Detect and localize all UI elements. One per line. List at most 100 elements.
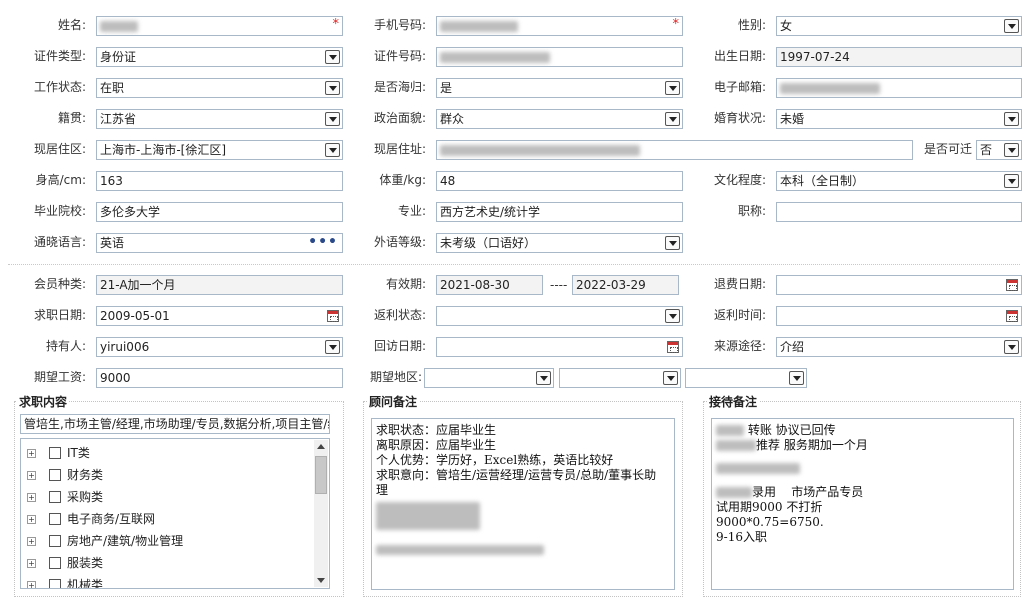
weight-label: 体重/kg: [379, 173, 426, 187]
scroll-up-icon[interactable] [317, 444, 325, 449]
tree-item[interactable]: + 服装类 [21, 552, 313, 574]
tree-scrollbar[interactable] [314, 440, 328, 587]
expand-icon[interactable]: + [27, 559, 36, 568]
source-select[interactable]: 介绍 [776, 337, 1022, 357]
id-number-input[interactable] [436, 47, 683, 67]
chevron-down-icon[interactable] [325, 112, 340, 126]
valid-period-separator: ---- [550, 278, 568, 292]
gender-select[interactable]: 女 [776, 16, 1022, 36]
note-line: 理 [376, 483, 389, 497]
marital-status-select[interactable]: 未婚 [776, 109, 1022, 129]
chevron-down-icon[interactable] [1004, 174, 1019, 188]
political-status-select[interactable]: 群众 [436, 109, 683, 129]
height-input[interactable]: 163 [96, 171, 343, 191]
checkbox[interactable] [49, 490, 61, 503]
birth-date-label: 出生日期: [713, 49, 766, 63]
scroll-down-icon[interactable] [317, 578, 325, 583]
calendar-icon[interactable] [667, 341, 679, 353]
relocatable-select[interactable]: 否 [976, 140, 1022, 160]
checkbox[interactable] [49, 534, 61, 547]
email-input[interactable] [776, 78, 1022, 98]
returnee-select[interactable]: 是 [436, 78, 683, 98]
chevron-down-icon[interactable] [665, 112, 680, 126]
rebate-status-select[interactable] [436, 306, 683, 326]
refund-date-input[interactable] [776, 275, 1022, 295]
revisit-date-input[interactable] [436, 337, 683, 357]
school-input[interactable]: 多伦多大学 [96, 202, 343, 222]
expand-icon[interactable]: + [27, 537, 36, 546]
id-type-label: 证件类型: [33, 49, 86, 63]
chevron-down-icon[interactable] [789, 371, 804, 385]
redacted-line [716, 453, 1009, 483]
expected-salary-input[interactable]: 9000 [96, 368, 343, 388]
tree-item[interactable]: + 采购类 [21, 486, 313, 508]
chevron-down-icon[interactable] [325, 81, 340, 95]
name-input[interactable]: * [96, 16, 343, 36]
tree-item[interactable]: + IT类 [21, 442, 313, 464]
checkbox[interactable] [49, 468, 61, 481]
expected-region-select-2[interactable] [559, 368, 681, 388]
languages-picker[interactable]: 英语 ••• [96, 233, 343, 253]
scrollbar-thumb[interactable] [315, 456, 327, 494]
reception-notes-textarea[interactable]: 转账 协议已回传 推荐 服务期加一个月 录用 市场产品专员 试用期9000 不打… [711, 418, 1014, 590]
refund-date-label: 退费日期: [713, 277, 766, 291]
chevron-down-icon[interactable] [1004, 112, 1019, 126]
rebate-time-input[interactable] [776, 306, 1022, 326]
checkbox[interactable] [49, 578, 61, 588]
expand-icon[interactable]: + [27, 449, 36, 458]
height-label: 身高/cm: [35, 173, 86, 187]
calendar-icon[interactable] [327, 310, 339, 322]
job-content-summary[interactable]: 管培生,市场主管/经理,市场助理/专员,数据分析,项目主管/经 [20, 414, 330, 434]
job-seek-date-input[interactable]: 2009-05-01 [96, 306, 343, 326]
consultant-notes-textarea[interactable]: 求职状态：应届毕业生 离职原因：应届毕业生 个人优势：学历好，Excel熟练，英… [371, 418, 675, 590]
expand-icon[interactable]: + [27, 581, 36, 588]
residence-address-input[interactable] [436, 140, 913, 160]
expand-icon[interactable]: + [27, 515, 36, 524]
holder-select[interactable]: yirui006 [96, 337, 343, 357]
tree-item[interactable]: + 财务类 [21, 464, 313, 486]
chevron-down-icon[interactable] [663, 371, 678, 385]
tree-item[interactable]: + 房地产/建筑/物业管理 [21, 530, 313, 552]
gender-label: 性别: [737, 18, 766, 32]
chevron-down-icon[interactable] [665, 309, 680, 323]
chevron-down-icon[interactable] [665, 81, 680, 95]
section-divider [8, 264, 1020, 265]
work-status-select[interactable]: 在职 [96, 78, 343, 98]
checkbox[interactable] [49, 556, 61, 569]
chevron-down-icon[interactable] [325, 50, 340, 64]
tree-item[interactable]: + 电子商务/互联网 [21, 508, 313, 530]
title-input[interactable] [776, 202, 1022, 222]
chevron-down-icon[interactable] [536, 371, 551, 385]
tree-item[interactable]: + 机械类 [21, 574, 313, 588]
native-place-select[interactable]: 江苏省 [96, 109, 343, 129]
id-type-select[interactable]: 身份证 [96, 47, 343, 67]
checkbox[interactable] [49, 446, 61, 459]
expected-region-select-1[interactable] [424, 368, 554, 388]
expand-icon[interactable]: + [27, 471, 36, 480]
calendar-icon[interactable] [1006, 279, 1018, 291]
chevron-down-icon[interactable] [325, 143, 340, 157]
residence-area-select[interactable]: 上海市-上海市-[徐汇区] [96, 140, 343, 160]
phone-label: 手机号码: [373, 18, 426, 32]
checkbox[interactable] [49, 512, 61, 525]
chevron-down-icon[interactable] [325, 340, 340, 354]
expected-region-select-3[interactable] [685, 368, 807, 388]
major-input[interactable]: 西方艺术史/统计学 [436, 202, 683, 222]
native-place-label: 籍贯: [57, 111, 86, 125]
residence-address-label: 现居住址: [373, 142, 426, 156]
chevron-down-icon[interactable] [1004, 143, 1019, 157]
returnee-label: 是否海归: [373, 80, 426, 94]
phone-input[interactable]: * [436, 16, 683, 36]
calendar-icon[interactable] [1006, 310, 1018, 322]
chevron-down-icon[interactable] [665, 236, 680, 250]
education-select[interactable]: 本科（全日制） [776, 171, 1022, 191]
language-level-select[interactable]: 未考级（口语好） [436, 233, 683, 253]
more-icon[interactable]: ••• [308, 235, 338, 249]
consultant-notes-title: 顾问备注 [367, 395, 420, 409]
job-category-tree[interactable]: + IT类 + 财务类 + 采购类 + 电子商务/互联网 + 房地产/建筑/物业管理 + 服… [20, 438, 330, 589]
note-line: 离职原因：应届毕业生 [376, 438, 497, 452]
weight-input[interactable]: 48 [436, 171, 683, 191]
chevron-down-icon[interactable] [1004, 19, 1019, 33]
chevron-down-icon[interactable] [1004, 340, 1019, 354]
expand-icon[interactable]: + [27, 493, 36, 502]
